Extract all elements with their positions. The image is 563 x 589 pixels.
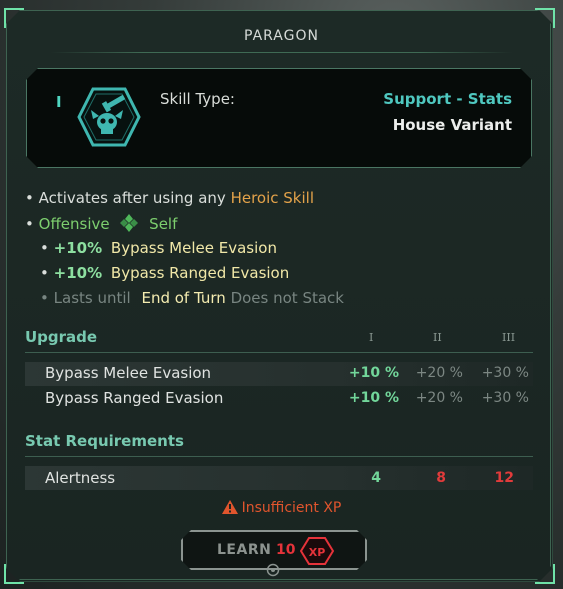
stat-requirements-header: Stat Requirements (25, 432, 184, 450)
upgrade-cell: +10 % (348, 365, 399, 381)
upgrade-row-label: Bypass Melee Evasion (45, 364, 212, 382)
duration-line: • Lasts until End of Turn Does not Stack (40, 289, 344, 307)
xp-hex-icon: XP (300, 537, 334, 565)
activation-highlight: Heroic Skill (230, 189, 314, 207)
skull-gun-hex-icon (77, 87, 141, 147)
skill-type-label: Skill Type: (160, 90, 235, 108)
warning-text: Insufficient XP (241, 500, 342, 516)
requirement-cell: 8 (436, 470, 446, 486)
upgrade-cell: +30 % (481, 365, 529, 381)
learn-cost[interactable]: 10 (276, 542, 295, 558)
skill-tier-mark: I (56, 93, 62, 111)
offensive-label: Offensive (38, 215, 110, 233)
panel-corner-top-right (535, 8, 555, 28)
upgrade-column-header: III (502, 331, 516, 344)
insufficient-xp-warning: Insufficient XP (0, 500, 563, 516)
duration-suffix: Does not Stack (230, 289, 344, 307)
title-divider (50, 52, 513, 53)
targeting-bullet: • (25, 215, 34, 233)
panel-corner-bottom-left (4, 564, 24, 584)
diamond-target-icon (120, 214, 139, 232)
learn-button-label[interactable]: LEARN (217, 542, 271, 558)
activation-text: • Activates after using any (25, 189, 226, 207)
requirement-row-label: Alertness (45, 469, 116, 487)
panel-corner-top-left (4, 8, 24, 28)
panel-corner-bottom-right (535, 564, 555, 584)
controller-button-icon (266, 563, 280, 577)
duration-bullet: • (40, 289, 49, 307)
requirements-divider (25, 456, 533, 457)
xp-badge-label: XP (309, 546, 326, 559)
self-label: Self (149, 215, 178, 233)
upgrade-column-header: I (369, 331, 374, 344)
upgrade-row-label: Bypass Ranged Evasion (45, 389, 224, 407)
targeting-line: • Offensive Self (25, 214, 177, 233)
upgrade-header: Upgrade (25, 328, 98, 346)
upgrade-cell: +30 % (481, 390, 529, 406)
effect-value: +10% (53, 264, 103, 282)
requirement-cell: 12 (494, 470, 514, 486)
upgrade-cell: +10 % (348, 390, 399, 406)
skill-title: PARAGON (244, 28, 319, 44)
effect-bullet: • (40, 264, 49, 282)
duration-prefix: Lasts until (53, 289, 131, 307)
upgrade-divider (25, 352, 533, 353)
effect-bullet: • (40, 239, 49, 257)
duration-value: End of Turn (141, 289, 226, 307)
effect-label: Bypass Melee Evasion (110, 239, 277, 257)
requirement-cell: 4 (371, 470, 381, 486)
effect-value: +10% (53, 239, 103, 257)
effect-label: Bypass Ranged Evasion (110, 264, 290, 282)
upgrade-column-header: II (433, 331, 442, 344)
skill-variant: House Variant (392, 116, 512, 134)
activation-line: • Activates after using any Heroic Skill (25, 189, 314, 207)
warning-triangle-icon (221, 500, 238, 514)
skill-type-value: Support - Stats (383, 90, 512, 108)
effect-row: • +10% Bypass Melee Evasion (40, 239, 277, 257)
upgrade-cell: +20 % (415, 365, 463, 381)
upgrade-cell: +20 % (415, 390, 463, 406)
effect-row: • +10% Bypass Ranged Evasion (40, 264, 289, 282)
